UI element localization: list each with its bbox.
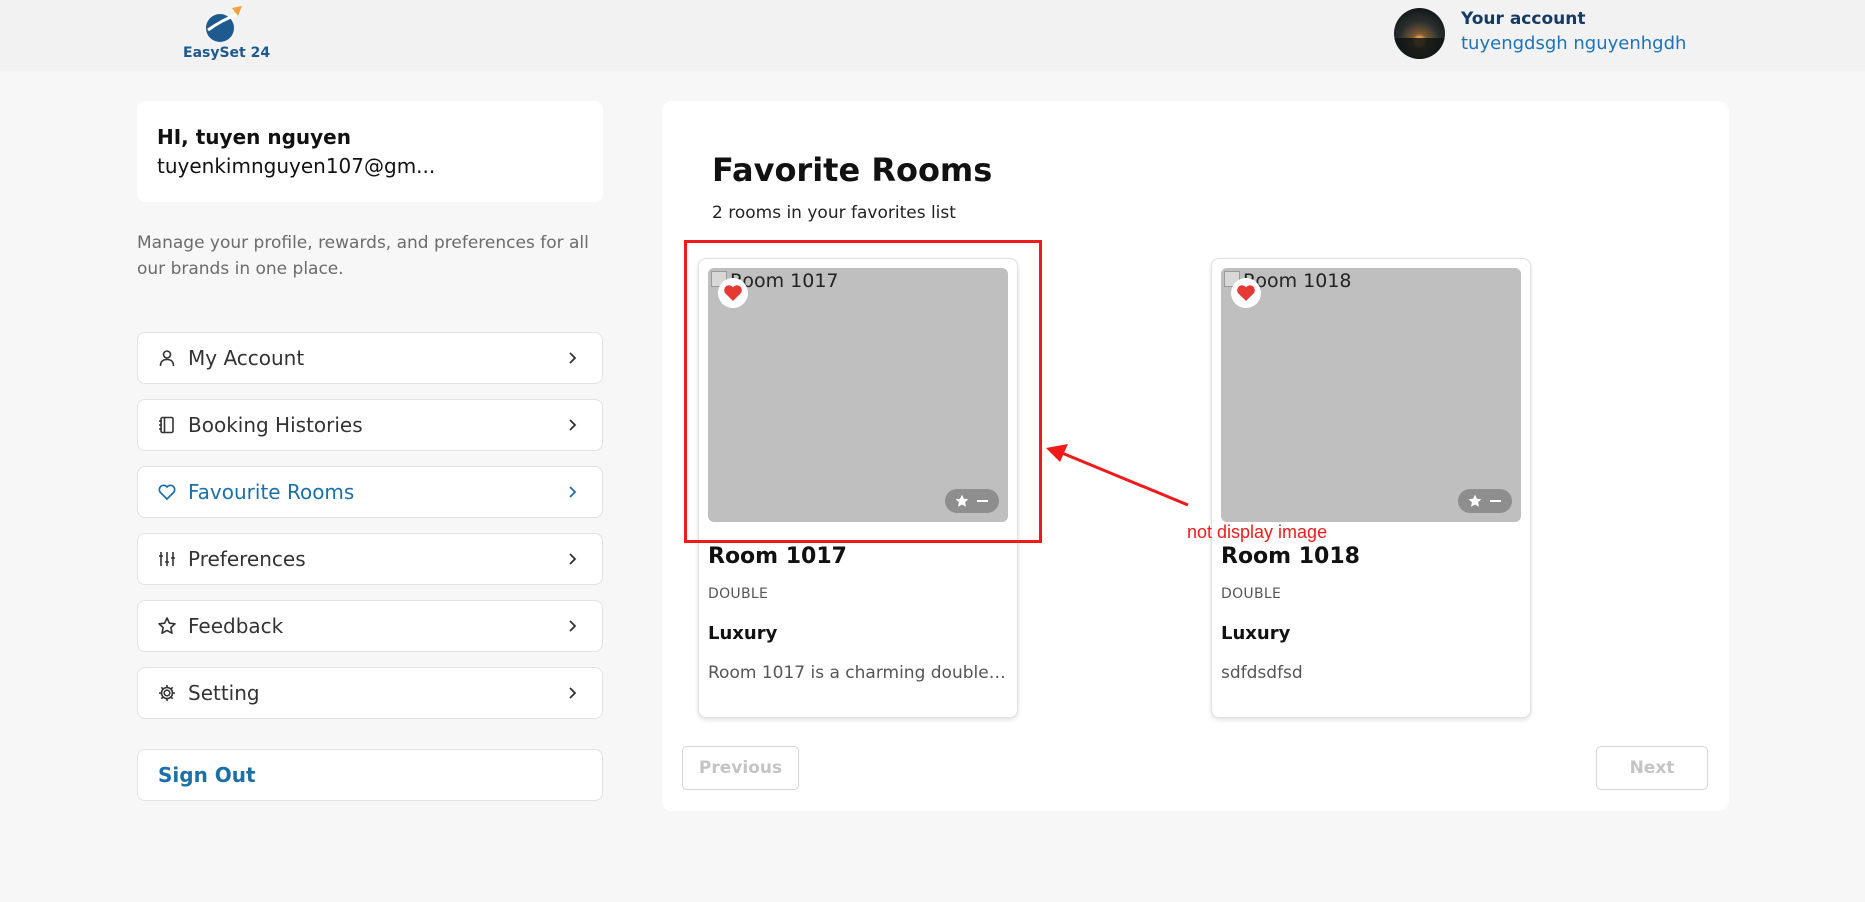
- notebook-icon: [159, 416, 174, 434]
- favorites-count: 2 rooms in your favorites list: [712, 203, 956, 223]
- heart-filled-icon: [1237, 285, 1255, 301]
- page-title: Favorite Rooms: [712, 151, 993, 189]
- user-email: tuyenkimnguyen107@gm...: [157, 154, 436, 178]
- gear-icon: [159, 685, 175, 701]
- sign-out-label: Sign Out: [158, 763, 256, 787]
- room-description: Room 1017 is a charming double room with…: [708, 663, 1008, 683]
- room-image-broken[interactable]: Room 1018: [1221, 268, 1521, 522]
- sidebar-item-label: Setting: [188, 681, 260, 705]
- room-card[interactable]: Room 1018 Room 1018 DOUBLE Luxury sdfdsd…: [1211, 258, 1531, 718]
- previous-button[interactable]: Previous: [682, 746, 799, 790]
- rating-empty-dash: [1490, 500, 1501, 502]
- annotation-highlight-box: [684, 240, 1042, 543]
- sign-out-button[interactable]: Sign Out: [137, 749, 603, 801]
- sliders-icon: [159, 552, 175, 566]
- heart-icon: [158, 484, 176, 501]
- next-button[interactable]: Next: [1596, 746, 1708, 790]
- rating-badge: [1458, 489, 1512, 513]
- annotation-note: not display image: [1187, 522, 1328, 542]
- star-icon: [158, 617, 176, 634]
- top-bar: EasySet 24 Your account tuyengdsgh nguye…: [0, 0, 1865, 71]
- logo[interactable]: EasySet 24: [180, 2, 270, 64]
- favorite-toggle[interactable]: [1231, 278, 1261, 308]
- sidebar-item-preferences[interactable]: Preferences: [137, 533, 603, 585]
- room-class: Luxury: [1221, 623, 1291, 644]
- room-type: DOUBLE: [1221, 586, 1282, 602]
- room-description: sdfdsdfsd: [1221, 663, 1303, 683]
- chevron-right-icon: [569, 620, 577, 632]
- sidebar-item-booking-histories[interactable]: Booking Histories: [137, 399, 603, 451]
- sidebar-item-setting[interactable]: Setting: [137, 667, 603, 719]
- account-name[interactable]: tuyengdsgh nguyenhgdh: [1461, 33, 1686, 54]
- room-type: DOUBLE: [708, 586, 769, 602]
- room-name[interactable]: Room 1017: [708, 544, 847, 569]
- room-class: Luxury: [708, 623, 778, 644]
- sidebar-item-label: Preferences: [188, 547, 306, 571]
- chevron-right-icon: [569, 687, 577, 699]
- user-icon: [159, 350, 175, 367]
- profile-card: HI, tuyen nguyen tuyenkimnguyen107@gm...: [137, 101, 603, 202]
- airplane-globe-icon: [206, 6, 242, 42]
- greeting: HI, tuyen nguyen: [157, 125, 351, 149]
- profile-description: Manage your profile, rewards, and prefer…: [137, 233, 589, 279]
- sidebar-item-label: Favourite Rooms: [188, 480, 355, 504]
- account-label: Your account: [1461, 9, 1586, 29]
- room-name[interactable]: Room 1018: [1221, 544, 1360, 569]
- logo-text: EasySet 24: [183, 45, 271, 61]
- annotation-arrow: [1046, 444, 1189, 507]
- sidebar-item-label: Booking Histories: [188, 413, 363, 437]
- sidebar-item-feedback[interactable]: Feedback: [137, 600, 603, 652]
- avatar[interactable]: [1394, 8, 1445, 59]
- sidebar-item-label: My Account: [188, 346, 305, 370]
- star-filled-icon: [1468, 494, 1482, 507]
- chevron-right-icon: [569, 352, 577, 364]
- account-menu[interactable]: Your account tuyengdsgh nguyenhgdh: [1394, 6, 1774, 60]
- chevron-right-icon: [569, 419, 577, 431]
- sidebar-item-my-account[interactable]: My Account: [137, 332, 603, 384]
- chevron-right-icon: [569, 486, 577, 498]
- sidebar-item-favourite-rooms[interactable]: Favourite Rooms: [137, 466, 603, 518]
- sidebar-item-label: Feedback: [188, 614, 284, 638]
- chevron-right-icon: [569, 553, 577, 565]
